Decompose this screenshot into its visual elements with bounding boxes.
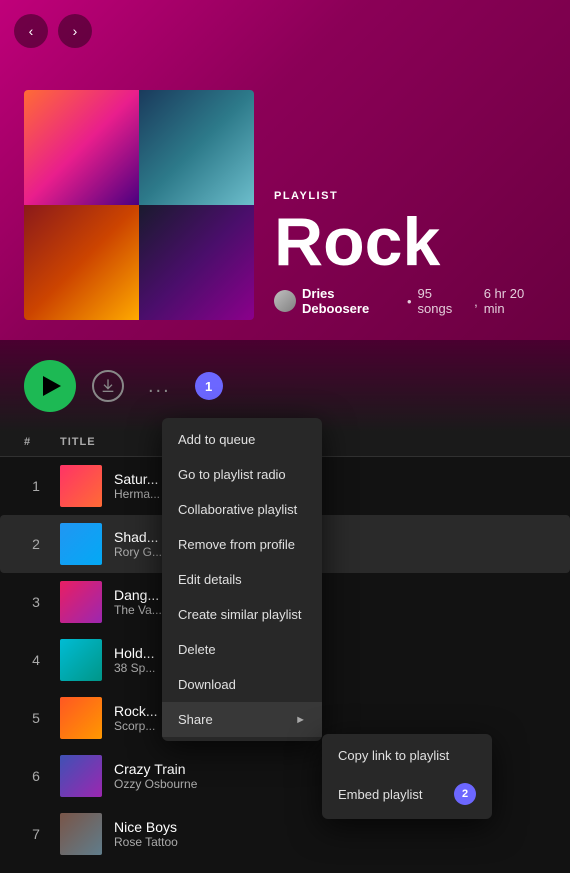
badge-1: 1 <box>195 372 223 400</box>
track-info: Nice Boys Rose Tattoo <box>114 819 546 849</box>
track-number: 2 <box>24 536 48 552</box>
song-count: 95 songs <box>418 286 469 316</box>
save-button[interactable] <box>92 370 124 402</box>
playlist-meta: Dries Deboosere • 95 songs , 6 hr 20 min <box>274 286 546 316</box>
menu-item-label: Add to queue <box>178 432 255 447</box>
track-artist: Rose Tattoo <box>114 835 546 849</box>
menu-item-label: Collaborative playlist <box>178 502 297 517</box>
playlist-title: Rock <box>274 208 546 276</box>
menu-item-create-similar[interactable]: Create similar playlist <box>162 597 322 632</box>
album-art-3 <box>24 205 139 320</box>
menu-item-label: Share <box>178 712 213 727</box>
submenu-item-label: Embed playlist <box>338 787 423 802</box>
track-number: 1 <box>24 478 48 494</box>
menu-item-label: Remove from profile <box>178 537 295 552</box>
menu-item-label: Edit details <box>178 572 242 587</box>
album-art-4 <box>139 205 254 320</box>
track-number: 6 <box>24 768 48 784</box>
owner-avatar <box>274 290 296 312</box>
menu-item-remove-profile[interactable]: Remove from profile <box>162 527 322 562</box>
meta-comma: , <box>474 294 478 309</box>
playlist-info: PLAYLIST Rock Dries Deboosere • 95 songs… <box>274 190 546 320</box>
album-art-2 <box>139 90 254 205</box>
track-art <box>60 581 102 623</box>
track-name: Nice Boys <box>114 819 546 835</box>
more-options-button[interactable]: ... <box>140 371 179 402</box>
menu-item-collaborative[interactable]: Collaborative playlist <box>162 492 322 527</box>
header-background: ‹ › PLAYLIST Rock Dries Deboosere • <box>0 0 570 340</box>
play-button[interactable] <box>24 360 76 412</box>
meta-separator: • <box>407 294 412 309</box>
badge-2: 2 <box>454 783 476 805</box>
submenu-chevron-icon: ► <box>295 714 306 726</box>
submenu-item-embed[interactable]: Embed playlist 2 <box>322 773 492 815</box>
submenu-item-copy-link[interactable]: Copy link to playlist <box>322 738 492 773</box>
album-art-1 <box>24 90 139 205</box>
duration: 6 hr 20 min <box>484 286 546 316</box>
track-art <box>60 523 102 565</box>
track-number: 5 <box>24 710 48 726</box>
menu-item-add-to-queue[interactable]: Add to queue <box>162 422 322 457</box>
menu-item-edit-details[interactable]: Edit details <box>162 562 322 597</box>
album-art-grid <box>24 90 254 320</box>
menu-item-label: Go to playlist radio <box>178 467 286 482</box>
menu-item-label: Delete <box>178 642 216 657</box>
menu-item-label: Create similar playlist <box>178 607 302 622</box>
submenu-item-label: Copy link to playlist <box>338 748 449 763</box>
playlist-header: PLAYLIST Rock Dries Deboosere • 95 songs… <box>0 10 570 340</box>
track-art <box>60 639 102 681</box>
menu-item-download[interactable]: Download <box>162 667 322 702</box>
track-number: 4 <box>24 652 48 668</box>
track-art <box>60 755 102 797</box>
menu-item-share[interactable]: Share ► <box>162 702 322 737</box>
col-header-num: # <box>24 436 60 448</box>
menu-item-go-to-radio[interactable]: Go to playlist radio <box>162 457 322 492</box>
track-number: 7 <box>24 826 48 842</box>
menu-item-label: Download <box>178 677 236 692</box>
track-number: 3 <box>24 594 48 610</box>
context-menu: Add to queue Go to playlist radio Collab… <box>162 418 322 741</box>
track-art <box>60 697 102 739</box>
track-art <box>60 465 102 507</box>
track-art <box>60 813 102 855</box>
share-submenu: Copy link to playlist Embed playlist 2 <box>322 734 492 819</box>
playlist-label: PLAYLIST <box>274 190 546 202</box>
play-icon <box>43 376 61 396</box>
menu-item-delete[interactable]: Delete <box>162 632 322 667</box>
playlist-owner[interactable]: Dries Deboosere <box>302 286 401 316</box>
